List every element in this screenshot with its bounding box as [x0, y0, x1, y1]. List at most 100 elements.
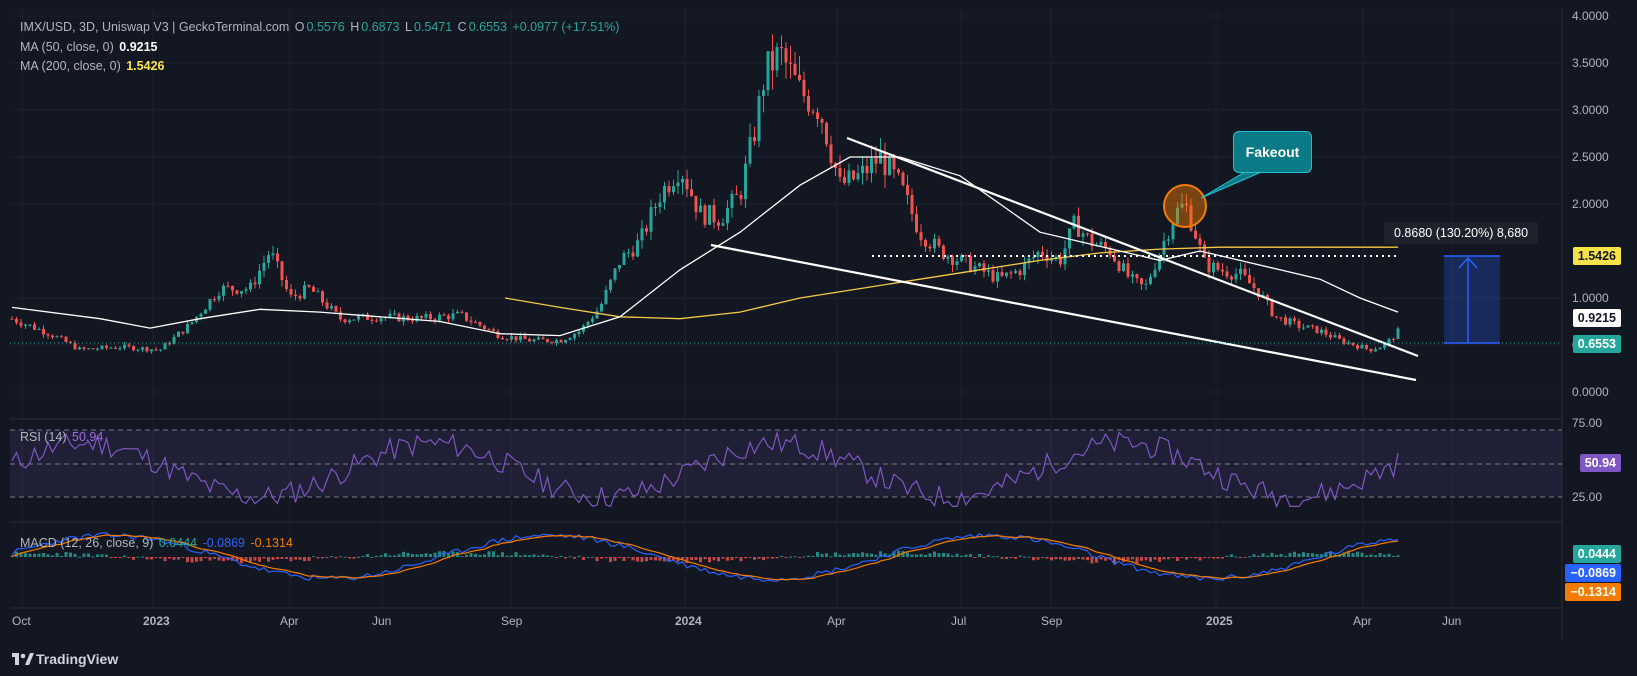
macd-histogram-bar — [744, 557, 747, 559]
macd-histogram-bar — [541, 554, 545, 557]
macd-histogram-bar — [384, 553, 387, 557]
macd-histogram-bar — [928, 553, 932, 557]
candle-body — [640, 228, 644, 241]
candle-body — [879, 151, 882, 164]
candle-body — [474, 321, 477, 323]
candle-body — [366, 314, 369, 320]
candle-body — [456, 311, 459, 314]
candle-body — [334, 306, 338, 312]
candle-body — [1252, 283, 1256, 289]
price-range-box[interactable] — [1444, 256, 1500, 343]
candle-body — [1099, 242, 1103, 245]
macd-histogram-bar — [483, 554, 486, 557]
fakeout-callout[interactable]: Fakeout — [1233, 131, 1312, 173]
macd-histogram-bar — [190, 557, 194, 563]
candle-body — [19, 322, 23, 326]
tradingview-brand[interactable]: TradingView — [36, 651, 118, 667]
candle-body — [667, 186, 671, 193]
macd-histogram-bar — [591, 556, 594, 558]
candle-body — [190, 321, 194, 324]
macd-histogram-bar — [465, 554, 468, 557]
candle-body — [24, 324, 27, 326]
macd-histogram-bar — [595, 557, 599, 562]
candle-body — [865, 165, 869, 174]
macd-histogram-bar — [1176, 557, 1179, 561]
rsi-price-tag: 50.94 — [1579, 454, 1621, 472]
macd-histogram-bar — [294, 557, 297, 560]
candle-body — [1081, 233, 1085, 237]
candle-body — [483, 325, 486, 330]
candle-body — [721, 223, 725, 226]
macd-histogram-bar — [60, 555, 63, 557]
macd-histogram-bar — [1369, 554, 1373, 557]
measure-label[interactable]: 0.8680 (130.20%) 8,680 — [1384, 222, 1539, 244]
macd-legend[interactable]: MACD (12, 26, close, 9) 0.0444 -0.0869 -… — [20, 536, 295, 550]
macd-histogram-bar — [811, 555, 815, 557]
macd-histogram-bar — [1396, 555, 1400, 557]
macd-signal-tag: −0.1314 — [1565, 583, 1621, 601]
time-axis-label: 2023 — [143, 614, 170, 628]
macd-histogram-bar — [1243, 557, 1247, 558]
macd-histogram-bar — [532, 554, 536, 557]
candle-body — [114, 347, 117, 349]
candle-body — [262, 262, 266, 271]
macd-histogram-bar — [1086, 557, 1089, 561]
candle-body — [1356, 345, 1359, 349]
macd-histogram-bar — [937, 553, 941, 557]
ma50-value: 0.9215 — [119, 40, 158, 54]
macd-histogram-bar — [127, 557, 131, 558]
rsi-legend[interactable]: RSI (14) 50.94 — [20, 430, 105, 444]
candle-body — [73, 343, 77, 350]
candle-body — [415, 315, 419, 322]
candle-body — [109, 347, 113, 349]
candle-body — [852, 170, 855, 180]
close-price-tag: 0.6553 — [1572, 335, 1621, 353]
candle-body — [240, 291, 243, 294]
macd-histogram-bar — [550, 556, 554, 558]
fakeout-circle[interactable] — [1163, 184, 1207, 228]
macd-histogram-bar — [577, 555, 581, 557]
ma50-legend[interactable]: MA (50, close, 0) 0.9215 — [20, 40, 160, 54]
candle-body — [222, 285, 225, 296]
macd-histogram-bar — [105, 554, 108, 557]
candle-body — [339, 311, 342, 320]
macd-histogram-bar — [1081, 557, 1085, 560]
macd-histogram-bar — [303, 557, 306, 562]
symbol-legend[interactable]: IMX/USD, 3D, Uniswap V3 | GeckoTerminal.… — [20, 20, 621, 34]
candle-body — [357, 315, 360, 320]
macd-histogram-bar — [379, 555, 383, 557]
macd-histogram-bar — [312, 556, 315, 558]
ma200-legend[interactable]: MA (200, close, 0) 1.5426 — [20, 59, 166, 73]
macd-histogram-bar — [852, 553, 855, 557]
macd-histogram-bar — [420, 554, 423, 557]
price-chart[interactable] — [0, 0, 1637, 676]
macd-histogram-bar — [600, 557, 603, 559]
candle-body — [1275, 316, 1278, 318]
macd-histogram-bar — [141, 556, 144, 558]
macd-histogram-bar — [172, 557, 176, 560]
candle-body — [672, 186, 675, 193]
macd-histogram-bar — [1149, 557, 1152, 562]
macd-histogram-bar — [1207, 557, 1211, 558]
macd-histogram-bar — [564, 557, 567, 559]
macd-histogram-bar — [771, 557, 774, 559]
macd-histogram-bar — [910, 554, 914, 557]
macd-histogram-bar — [780, 556, 783, 558]
candle-body — [906, 185, 909, 195]
macd-histogram-bar — [82, 553, 86, 557]
macd-histogram-bar — [1041, 556, 1044, 558]
candle-body — [465, 312, 468, 321]
candle-body — [663, 186, 666, 203]
candle-body — [888, 157, 891, 176]
macd-histogram-bar — [622, 557, 626, 561]
macd-histogram-bar — [933, 551, 936, 557]
candle-body — [208, 299, 212, 310]
candle-body — [226, 285, 230, 287]
macd-histogram-bar — [1027, 556, 1031, 558]
macd-histogram-bar — [1194, 557, 1197, 559]
macd-histogram-bar — [150, 557, 153, 560]
candle-body — [1072, 215, 1076, 229]
candle-body — [141, 347, 144, 350]
macd-histogram-bar — [487, 551, 491, 557]
macd-histogram-bar — [1311, 553, 1314, 557]
